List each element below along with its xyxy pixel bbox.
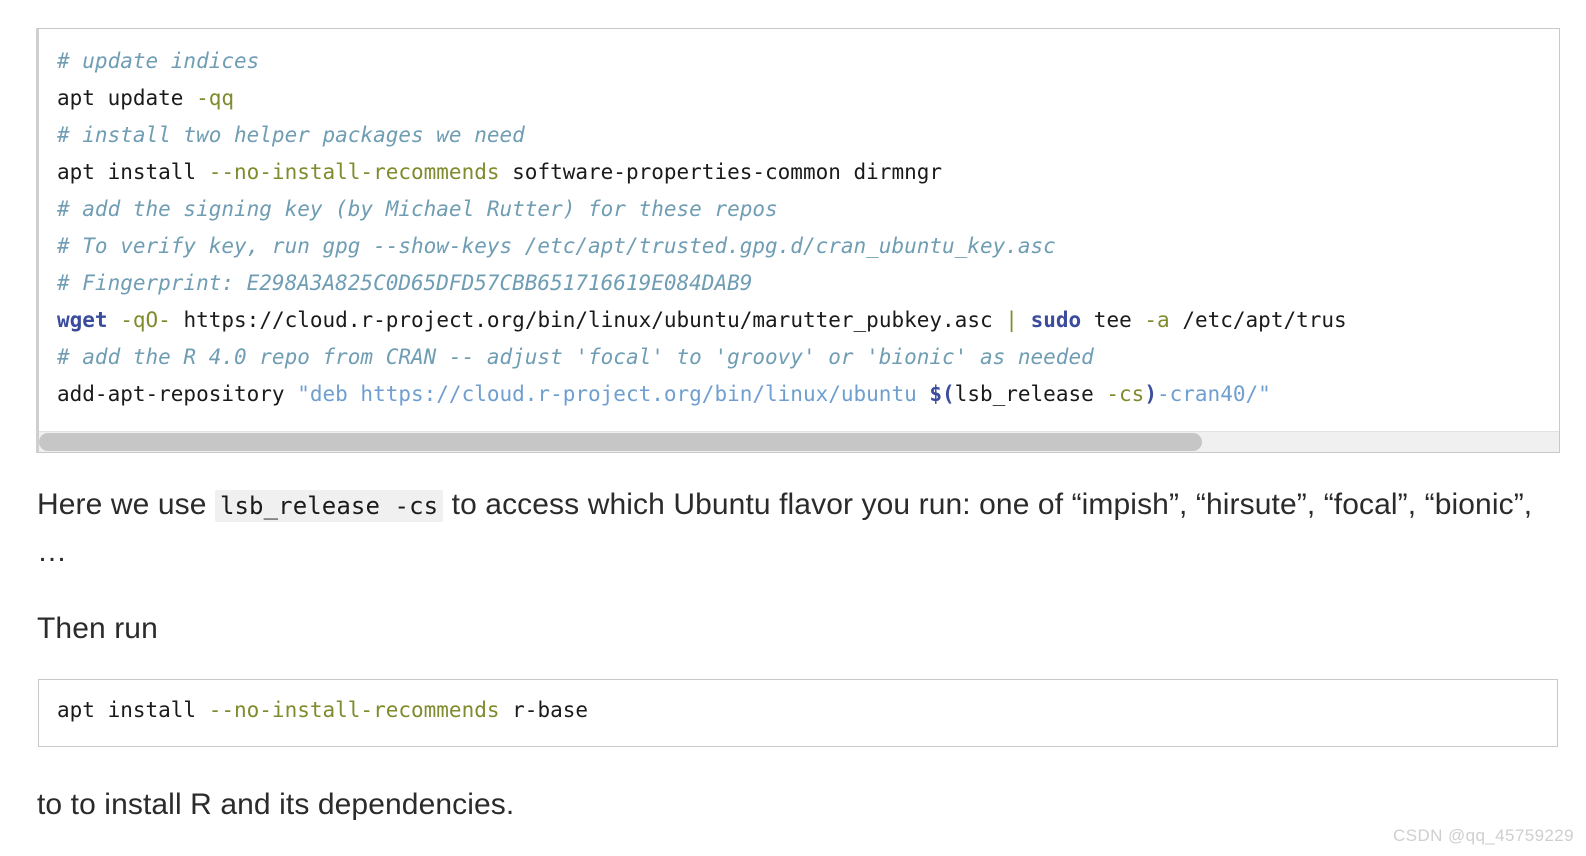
code-token-opt: -cs bbox=[1106, 382, 1145, 406]
code-token-plain: https://cloud.r-project.org/bin/linux/ub… bbox=[170, 308, 1006, 332]
article-page: # update indices apt update -qq # instal… bbox=[0, 0, 1586, 856]
code-content-primary: # update indices apt update -qq # instal… bbox=[39, 29, 1559, 423]
csdn-watermark: CSDN @qq_45759229 bbox=[1393, 826, 1574, 845]
code-token-comment: # add the signing key (by Michael Rutter… bbox=[57, 197, 778, 221]
code-token-opt: --no-install-recommends bbox=[208, 160, 500, 184]
code-content-secondary: apt install --no-install-recommends r-ba… bbox=[39, 680, 1557, 736]
code-scroll-area: # update indices apt update -qq # instal… bbox=[39, 29, 1559, 430]
horizontal-scrollbar[interactable] bbox=[39, 431, 1559, 452]
code-token-comment: # Fingerprint: E298A3A825C0D65DFD57CBB65… bbox=[57, 271, 753, 295]
code-token-pipe: | bbox=[1005, 308, 1018, 332]
code-line: apt install --no-install-recommends soft… bbox=[57, 160, 942, 184]
code-line: # update indices bbox=[57, 49, 259, 73]
paragraph-text-before-code: Here we use bbox=[37, 488, 215, 521]
paragraph-install-dependencies: to to install R and its dependencies. bbox=[37, 788, 515, 821]
code-token-plain: r-base bbox=[499, 698, 589, 722]
paragraph-lsb-release-explanation: Here we use lsb_release -cs to access wh… bbox=[37, 482, 1547, 575]
code-token-opt: -a bbox=[1144, 308, 1170, 332]
code-token-comment: # add the R 4.0 repo from CRAN -- adjust… bbox=[57, 345, 1094, 369]
code-token-plain: apt install bbox=[57, 160, 209, 184]
code-token-punct: $( bbox=[929, 382, 955, 406]
code-token-opt: -qq bbox=[196, 86, 235, 110]
code-line: apt update -qq bbox=[57, 86, 234, 110]
code-token-opt: -qO- bbox=[120, 308, 171, 332]
code-block-shell-install-script: # update indices apt update -qq # instal… bbox=[36, 28, 1560, 453]
code-token-opt: --no-install-recommends bbox=[208, 698, 500, 722]
code-token-str: -cran40/" bbox=[1156, 382, 1271, 406]
code-token-plain: add-apt-repository bbox=[57, 382, 298, 406]
code-token-plain: /etc/apt/trus bbox=[1169, 308, 1347, 332]
code-line: wget -qO- https://cloud.r-project.org/bi… bbox=[57, 308, 1347, 332]
horizontal-scrollbar-thumb[interactable] bbox=[39, 433, 1202, 451]
code-token-comment: # update indices bbox=[57, 49, 260, 73]
code-line: # add the signing key (by Michael Rutter… bbox=[57, 197, 778, 221]
code-token-str: "deb https://cloud.r-project.org/bin/lin… bbox=[297, 382, 930, 406]
code-token-kw: wget bbox=[57, 308, 108, 332]
code-line: # To verify key, run gpg --show-keys /et… bbox=[57, 234, 1056, 258]
code-token-kw: sudo bbox=[1030, 308, 1082, 332]
code-token-plain: apt install bbox=[57, 698, 209, 722]
code-token-comment: # install two helper packages we need bbox=[57, 123, 525, 147]
paragraph-then-run: Then run bbox=[37, 612, 158, 645]
code-token-comment: # To verify key, run gpg --show-keys /et… bbox=[57, 234, 1056, 258]
code-line: # install two helper packages we need bbox=[57, 123, 525, 147]
code-line: add-apt-repository "deb https://cloud.r-… bbox=[57, 382, 1271, 406]
code-line: # add the R 4.0 repo from CRAN -- adjust… bbox=[57, 345, 1094, 369]
code-line: # Fingerprint: E298A3A825C0D65DFD57CBB65… bbox=[57, 271, 752, 295]
code-token-plain: software-properties-common dirmngr bbox=[499, 160, 943, 184]
code-line: apt install --no-install-recommends r-ba… bbox=[57, 698, 588, 722]
code-token-plain: lsb_release bbox=[954, 382, 1107, 406]
code-token-punct: ) bbox=[1144, 382, 1157, 406]
inline-code-lsb-release: lsb_release -cs bbox=[214, 490, 444, 522]
code-block-apt-install-r-base: apt install --no-install-recommends r-ba… bbox=[38, 679, 1558, 747]
code-token-plain: tee bbox=[1081, 308, 1145, 332]
code-token-plain: apt update bbox=[57, 86, 197, 110]
